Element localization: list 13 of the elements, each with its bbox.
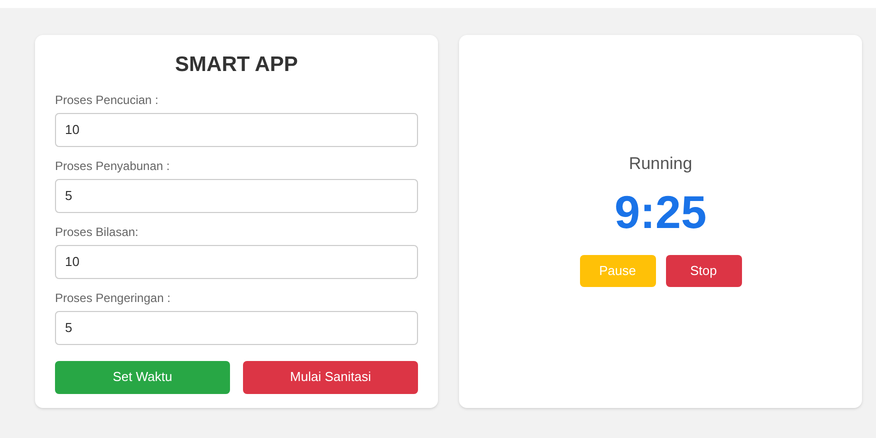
input-field[interactable]: 5 <box>55 178 418 212</box>
field-label: Proses Bilasan: <box>55 224 138 240</box>
field-label: Proses Pengeringan : <box>55 290 170 306</box>
field-label: Proses Penyabunan : <box>55 158 170 174</box>
input-field[interactable]: 10 <box>55 112 418 146</box>
action-button[interactable]: Mulai Sanitasi <box>243 360 418 394</box>
input-field[interactable]: 5 <box>55 310 418 344</box>
field-label: Proses Pencucian : <box>55 92 158 108</box>
timer-display: 9:25 <box>614 188 707 234</box>
timer-button[interactable]: Stop <box>666 254 742 286</box>
status-text: Running <box>628 153 692 175</box>
input-field[interactable]: 10 <box>55 244 418 278</box>
app-title: SMART APP <box>174 52 299 78</box>
